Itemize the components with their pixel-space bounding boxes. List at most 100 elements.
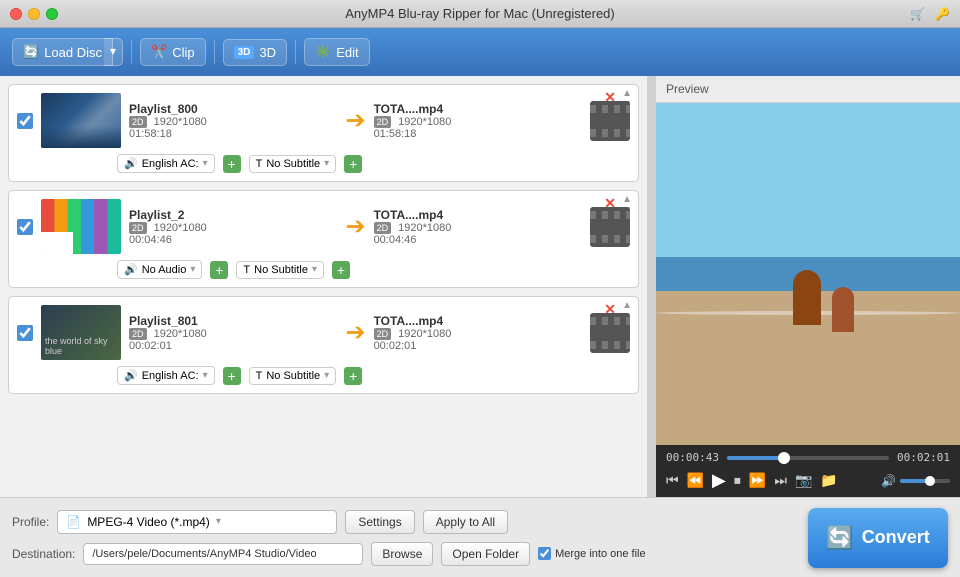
item-resolution-1: 1920*1080 [154,116,207,128]
item-controls-2: 🔊 No Audio ▾ + T No Subtitle ▾ + [17,260,630,279]
browse-button[interactable]: Browse [371,542,433,566]
add-audio-button-3[interactable]: + [223,367,241,385]
title-bar: AnyMP4 Blu-ray Ripper for Mac (Unregiste… [0,0,960,28]
output-info-2: TOTA....mp4 2D 1920*1080 00:04:46 [374,208,582,246]
output-res-2: 2D 1920*1080 [374,222,582,234]
input-badge-2: 2D [129,222,147,234]
output-duration-1: 01:58:18 [374,128,582,140]
audio-value-3: English AC: [142,370,199,382]
item-res-2: 2D 1920*1080 [129,222,337,234]
output-badge-3: 2D [374,328,392,340]
arrow-icon-2: ➔ [345,212,365,241]
output-resolution-2: 1920*1080 [398,222,451,234]
3d-button[interactable]: 3D 3D [223,39,287,66]
subtitle-icon-2: T [243,264,250,276]
item-duration-2: 00:04:46 [129,234,337,246]
skip-to-end-button[interactable]: ⏭ [774,472,787,489]
item-checkbox-2[interactable] [17,219,33,235]
edit-button[interactable]: ✳️ Edit [304,38,370,66]
output-duration-3: 00:02:01 [374,340,582,352]
item-resolution-2: 1920*1080 [154,222,207,234]
input-badge-3: 2D [129,328,147,340]
film-settings-icon-1[interactable] [590,101,630,141]
apply-all-button[interactable]: Apply to All [423,510,508,534]
convert-label: Convert [862,527,930,548]
output-resolution-3: 1920*1080 [398,328,451,340]
item-up-button-3[interactable]: ▲ [622,301,632,311]
item-up-button-2[interactable]: ▲ [622,195,632,205]
play-button[interactable]: ▶ [712,470,726,491]
subtitle-select-3[interactable]: T No Subtitle ▾ [249,367,337,385]
add-subtitle-button-3[interactable]: + [344,367,362,385]
item-thumbnail-3: the world of sky blue [41,305,121,360]
step-forward-button[interactable]: ⏩ [749,472,766,489]
merge-checkbox[interactable] [538,547,551,560]
stop-button[interactable]: ⏹ [734,472,741,489]
input-badge-1: 2D [129,116,147,128]
item-res-3: 2D 1920*1080 [129,328,337,340]
volume-bar[interactable] [900,479,950,483]
profile-label: Profile: [12,515,49,529]
item-info-1: Playlist_800 2D 1920*1080 01:58:18 [129,102,337,140]
minimize-window-button[interactable] [28,8,40,20]
volume-icon: 🔊 [881,474,896,488]
item-name-2: Playlist_2 [129,208,337,222]
add-audio-button-1[interactable]: + [223,155,241,173]
settings-button[interactable]: Settings [345,510,414,534]
subtitle-value-2: No Subtitle [254,264,308,276]
add-subtitle-button-1[interactable]: + [344,155,362,173]
open-folder-button[interactable]: Open Folder [441,542,530,566]
profile-row: Profile: 📄 MPEG-4 Video (*.mp4) ▾ Settin… [12,510,798,534]
merge-label: Merge into one file [555,548,646,560]
load-disc-button[interactable]: 🔄 Load Disc [12,38,113,66]
film-settings-icon-3[interactable] [590,313,630,353]
audio-value-2: No Audio [142,264,187,276]
add-subtitle-button-2[interactable]: + [332,261,350,279]
step-back-button[interactable]: ⏪ [687,472,704,489]
audio-value-1: English AC: [142,158,199,170]
panel-resizer[interactable] [647,76,655,497]
bottom-left: Profile: 📄 MPEG-4 Video (*.mp4) ▾ Settin… [12,510,798,566]
output-name-3: TOTA....mp4 [374,314,582,328]
maximize-window-button[interactable] [46,8,58,20]
destination-input[interactable] [83,543,363,565]
3d-icon: 3D [234,46,255,59]
playlist-item: ✕ ▲ ▼ Playlist_800 2D 1920*1080 01:58:18… [8,84,639,182]
profile-dropdown-arrow: ▾ [216,516,221,527]
audio-select-2[interactable]: 🔊 No Audio ▾ [117,260,202,279]
seek-bar[interactable] [727,456,889,460]
subtitle-dropdown-arrow-1: ▾ [324,158,329,169]
item-duration-3: 00:02:01 [129,340,337,352]
item-thumbnail-2 [41,199,121,254]
audio-select-3[interactable]: 🔊 English AC: ▾ [117,366,215,385]
item-controls-3: 🔊 English AC: ▾ + T No Subtitle ▾ + [17,366,630,385]
snapshot-button[interactable]: 📷 [795,472,812,489]
subtitle-select-2[interactable]: T No Subtitle ▾ [236,261,324,279]
item-checkbox-3[interactable] [17,325,33,341]
add-audio-button-2[interactable]: + [210,261,228,279]
user-icon[interactable]: 🔑 [935,7,950,21]
preview-controls: 00:00:43 00:02:01 ⏮ ⏪ ▶ ⏹ ⏩ ⏭ 📷 📁 🔊 [656,445,960,497]
audio-select-1[interactable]: 🔊 English AC: ▾ [117,154,215,173]
audio-icon-3: 🔊 [124,369,138,382]
arrow-icon-1: ➔ [345,106,365,135]
item-up-button-1[interactable]: ▲ [622,89,632,99]
item-checkbox-1[interactable] [17,113,33,129]
item-row-1: Playlist_800 2D 1920*1080 01:58:18 ➔ TOT… [17,93,630,148]
output-resolution-1: 1920*1080 [398,116,451,128]
subtitle-icon-3: T [256,370,263,382]
subtitle-select-1[interactable]: T No Subtitle ▾ [249,155,337,173]
folder-button[interactable]: 📁 [820,472,837,489]
convert-button[interactable]: 🔄 Convert [808,508,948,568]
profile-select[interactable]: 📄 MPEG-4 Video (*.mp4) ▾ [57,510,337,534]
clip-button[interactable]: ✂️ Clip [140,38,206,66]
clip-label: Clip [172,45,194,60]
skip-to-start-button[interactable]: ⏮ [666,472,679,489]
destination-label: Destination: [12,547,75,561]
cart-icon[interactable]: 🛒 [910,7,925,21]
load-disc-dropdown-button[interactable]: ▾ [104,38,123,66]
item-duration-1: 01:58:18 [129,128,337,140]
audio-dropdown-arrow-1: ▾ [203,158,208,169]
film-settings-icon-2[interactable] [590,207,630,247]
close-window-button[interactable] [10,8,22,20]
